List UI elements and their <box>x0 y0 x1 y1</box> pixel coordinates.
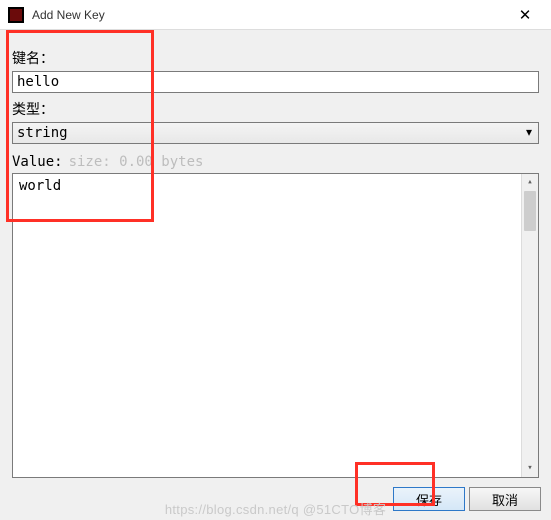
type-selected-value: string <box>17 125 68 141</box>
value-textarea[interactable] <box>13 174 521 477</box>
dialog-window: Add New Key ✕ 键名： 类型： string ▼ Value: si… <box>0 0 551 520</box>
value-size-hint: size: 0.00 bytes <box>69 154 204 170</box>
chevron-down-icon: ▼ <box>526 128 532 139</box>
scroll-track[interactable] <box>522 191 538 460</box>
type-select[interactable]: string ▼ <box>12 122 539 144</box>
close-icon[interactable]: ✕ <box>505 6 545 24</box>
titlebar: Add New Key ✕ <box>0 0 551 30</box>
scroll-down-icon[interactable]: ▾ <box>522 460 538 477</box>
key-name-label: 键名： <box>12 48 539 68</box>
value-label: Value: <box>12 154 63 170</box>
dialog-footer: 保存 取消 <box>0 478 551 520</box>
value-label-row: Value: size: 0.00 bytes <box>12 154 539 170</box>
window-title: Add New Key <box>32 8 505 22</box>
save-button[interactable]: 保存 <box>393 487 465 511</box>
dialog-body: 键名： 类型： string ▼ Value: size: 0.00 bytes… <box>0 30 551 478</box>
vertical-scrollbar[interactable]: ▴ ▾ <box>521 174 538 477</box>
scroll-up-icon[interactable]: ▴ <box>522 174 538 191</box>
key-name-input[interactable] <box>12 71 539 93</box>
type-label: 类型： <box>12 99 539 119</box>
app-icon <box>8 7 24 23</box>
value-textarea-wrap: ▴ ▾ <box>12 173 539 478</box>
scroll-thumb[interactable] <box>524 191 536 231</box>
cancel-button[interactable]: 取消 <box>469 487 541 511</box>
